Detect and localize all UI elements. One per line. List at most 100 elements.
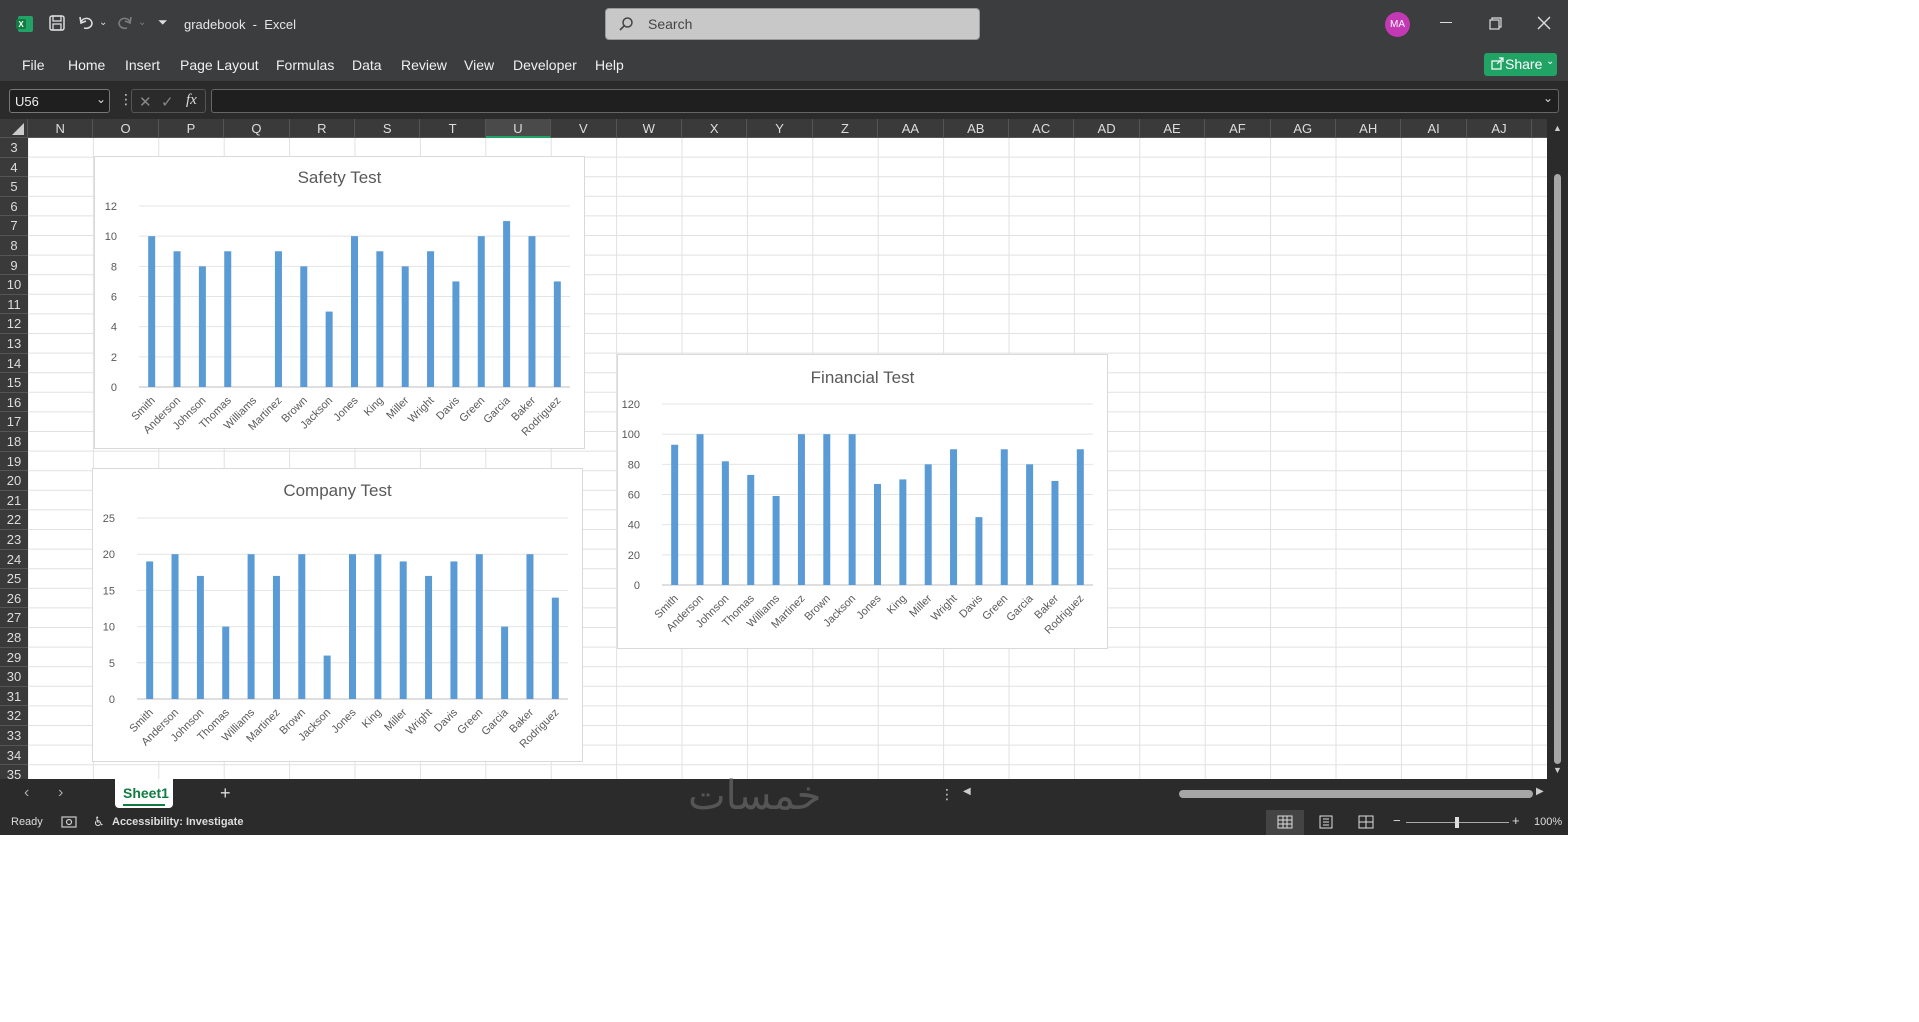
prev-sheet-icon[interactable]: ‹ bbox=[24, 784, 29, 802]
row-header-32[interactable]: 32 bbox=[0, 706, 28, 726]
normal-view-icon[interactable] bbox=[1266, 810, 1304, 835]
column-header-q[interactable]: Q bbox=[224, 119, 290, 138]
column-header-aa[interactable]: AA bbox=[878, 119, 944, 138]
column-header-ae[interactable]: AE bbox=[1140, 119, 1206, 138]
row-header-13[interactable]: 13 bbox=[0, 334, 28, 354]
row-header-35[interactable]: 35 bbox=[0, 765, 28, 779]
column-header-x[interactable]: X bbox=[682, 119, 748, 138]
row-header-25[interactable]: 25 bbox=[0, 569, 28, 589]
column-header-y[interactable]: Y bbox=[747, 119, 813, 138]
cancel-icon[interactable]: ✕ bbox=[139, 93, 152, 111]
column-header-ab[interactable]: AB bbox=[944, 119, 1009, 138]
save-icon[interactable] bbox=[48, 14, 66, 32]
worksheet-grid[interactable]: Safety Test 0 2 4 6 8 10 12 Smith Anderson Johnso… bbox=[28, 138, 1547, 779]
tab-data[interactable]: Data bbox=[352, 57, 382, 73]
tab-file[interactable]: File bbox=[22, 57, 45, 73]
row-header-34[interactable]: 34 bbox=[0, 746, 28, 766]
minimize-icon[interactable] bbox=[1440, 22, 1452, 23]
row-header-26[interactable]: 26 bbox=[0, 589, 28, 609]
tab-sheet1[interactable]: Sheet1 bbox=[115, 779, 173, 808]
row-header-22[interactable]: 22 bbox=[0, 510, 28, 530]
add-sheet-button[interactable]: + bbox=[220, 783, 231, 804]
column-header-ah[interactable]: AH bbox=[1336, 119, 1402, 138]
row-header-16[interactable]: 16 bbox=[0, 393, 28, 413]
column-header-o[interactable]: O bbox=[93, 119, 159, 138]
row-header-10[interactable]: 10 bbox=[0, 275, 28, 295]
row-header-14[interactable]: 14 bbox=[0, 354, 28, 374]
zoom-slider[interactable] bbox=[1406, 817, 1509, 828]
row-header-31[interactable]: 31 bbox=[0, 687, 28, 707]
more-options-icon[interactable]: ⋮ bbox=[940, 786, 954, 803]
column-header-w[interactable]: W bbox=[617, 119, 682, 138]
row-header-8[interactable]: 8 bbox=[0, 236, 28, 256]
tab-home[interactable]: Home bbox=[68, 57, 105, 73]
tab-insert[interactable]: Insert bbox=[125, 57, 160, 73]
accessibility-icon[interactable]: ♿ bbox=[93, 814, 105, 830]
scroll-down-icon[interactable]: ▼ bbox=[1553, 765, 1562, 775]
avatar[interactable]: MA bbox=[1385, 12, 1410, 37]
chart-company-test[interactable]: Company Test 0 5 10 15 20 25 Smith Anderson John… bbox=[92, 468, 583, 762]
row-header-17[interactable]: 17 bbox=[0, 412, 28, 432]
undo-dropdown-icon[interactable]: ⌄ bbox=[99, 17, 107, 28]
row-header-15[interactable]: 15 bbox=[0, 373, 28, 393]
column-header-p[interactable]: P bbox=[159, 119, 225, 138]
zoom-level[interactable]: 100% bbox=[1534, 816, 1562, 828]
zoom-in-icon[interactable]: + bbox=[1512, 813, 1520, 828]
row-header-7[interactable]: 7 bbox=[0, 216, 28, 236]
scroll-left-icon[interactable]: ◀ bbox=[963, 786, 971, 797]
tab-view[interactable]: View bbox=[464, 57, 494, 73]
macro-recording-icon[interactable] bbox=[61, 815, 77, 832]
close-icon[interactable] bbox=[1537, 16, 1551, 30]
scroll-right-icon[interactable]: ▶ bbox=[1536, 786, 1544, 797]
row-header-33[interactable]: 33 bbox=[0, 726, 28, 746]
redo-dropdown-icon[interactable]: ⌄ bbox=[138, 17, 146, 28]
row-header-20[interactable]: 20 bbox=[0, 471, 28, 491]
tab-review[interactable]: Review bbox=[401, 57, 447, 73]
tab-formulas[interactable]: Formulas bbox=[276, 57, 334, 73]
name-box[interactable]: U56 ⌄ bbox=[9, 89, 110, 113]
customize-qat-icon[interactable]: ⏷ bbox=[158, 15, 168, 30]
insert-function-icon[interactable]: fx bbox=[186, 92, 197, 109]
zoom-slider-thumb[interactable] bbox=[1455, 817, 1459, 828]
page-layout-view-icon[interactable] bbox=[1318, 815, 1334, 832]
row-header-3[interactable]: 3 bbox=[0, 138, 28, 158]
column-header-u[interactable]: U bbox=[485, 119, 552, 138]
horizontal-scrollbar[interactable]: ◀ ▶ bbox=[961, 786, 1544, 802]
column-header-ac[interactable]: AC bbox=[1009, 119, 1075, 138]
vertical-scroll-thumb[interactable] bbox=[1554, 174, 1561, 764]
row-header-9[interactable]: 9 bbox=[0, 256, 28, 276]
row-header-18[interactable]: 18 bbox=[0, 432, 28, 452]
row-header-5[interactable]: 5 bbox=[0, 177, 28, 197]
column-header-ad[interactable]: AD bbox=[1074, 119, 1140, 138]
formula-input[interactable] bbox=[211, 89, 1559, 113]
enter-icon[interactable]: ✓ bbox=[161, 93, 174, 111]
row-header-28[interactable]: 28 bbox=[0, 628, 28, 648]
next-sheet-icon[interactable]: › bbox=[58, 784, 63, 802]
row-header-19[interactable]: 19 bbox=[0, 452, 28, 472]
row-header-12[interactable]: 12 bbox=[0, 314, 28, 334]
vertical-scrollbar[interactable]: ▲ ▼ bbox=[1547, 119, 1568, 779]
column-header-aj[interactable]: AJ bbox=[1467, 119, 1533, 138]
column-header-t[interactable]: T bbox=[420, 119, 486, 138]
zoom-out-icon[interactable]: − bbox=[1393, 813, 1401, 828]
page-break-view-icon[interactable] bbox=[1358, 815, 1374, 832]
row-header-23[interactable]: 23 bbox=[0, 530, 28, 550]
column-header-v[interactable]: V bbox=[551, 119, 617, 138]
row-header-30[interactable]: 30 bbox=[0, 667, 28, 687]
row-header-21[interactable]: 21 bbox=[0, 491, 28, 511]
expand-formula-bar-icon[interactable]: ⌄ bbox=[1543, 91, 1553, 105]
share-button[interactable]: Share ⌄ bbox=[1484, 53, 1557, 76]
search-box[interactable]: Search bbox=[605, 8, 980, 40]
column-header-ai[interactable]: AI bbox=[1401, 119, 1467, 138]
tab-help[interactable]: Help bbox=[595, 57, 624, 73]
column-header-z[interactable]: Z bbox=[813, 119, 879, 138]
column-header-s[interactable]: S bbox=[355, 119, 421, 138]
row-header-29[interactable]: 29 bbox=[0, 648, 28, 668]
tab-developer[interactable]: Developer bbox=[513, 57, 577, 73]
chart-safety-test[interactable]: Safety Test 0 2 4 6 8 10 12 Smith Anderson Johnso… bbox=[94, 156, 585, 449]
row-header-4[interactable]: 4 bbox=[0, 158, 28, 178]
tab-page-layout[interactable]: Page Layout bbox=[180, 57, 259, 73]
column-header-ag[interactable]: AG bbox=[1271, 119, 1336, 138]
accessibility-status[interactable]: Accessibility: Investigate bbox=[112, 816, 243, 828]
row-header-27[interactable]: 27 bbox=[0, 608, 28, 628]
